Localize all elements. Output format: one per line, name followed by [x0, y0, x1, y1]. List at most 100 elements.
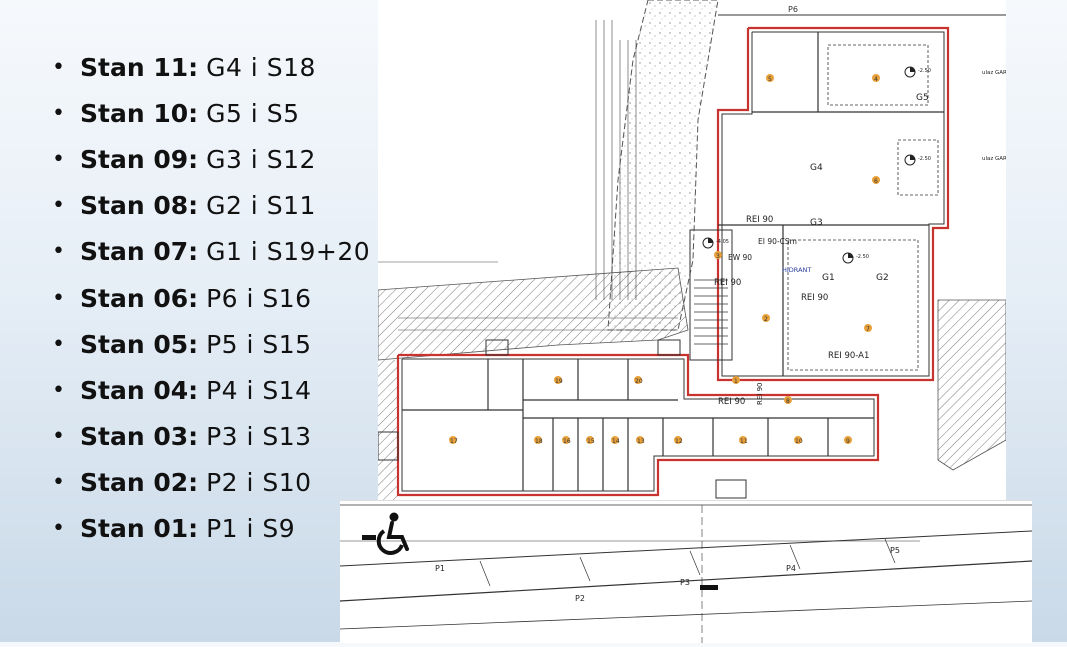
apartment-label: Stan 04: [80, 375, 189, 405]
apartment-label: Stan 08: [80, 191, 189, 221]
parking-label: P4: [786, 564, 796, 573]
bullet-icon: •: [52, 285, 65, 311]
bullet-icon: •: [52, 54, 65, 80]
bullet-icon: •: [52, 331, 65, 357]
hydrant-label: HIDRANT: [782, 266, 811, 274]
list-item: • Stan 11: G4 i S18: [52, 52, 316, 82]
bullet-icon: •: [52, 100, 65, 126]
fire-rating-label: REI 90: [801, 293, 828, 303]
list-item: • Stan 10: G5 i S5: [52, 98, 300, 128]
svg-text:11: 11: [740, 438, 748, 445]
svg-text:9: 9: [846, 438, 850, 445]
apartment-value: G1 i S19+20: [206, 237, 371, 267]
svg-text:19: 19: [555, 378, 563, 385]
fire-rating-label: REI 90: [746, 215, 773, 225]
svg-text:6: 6: [874, 178, 878, 185]
level-value: -4.05: [716, 239, 729, 245]
bullet-icon: •: [52, 516, 65, 542]
bullet-icon: •: [52, 377, 65, 403]
garage-label: G3: [810, 218, 823, 228]
garage-label: G5: [916, 93, 929, 103]
parking-strip: P1 P2 P3 P4 P5: [339, 500, 1033, 643]
svg-text:3: 3: [716, 253, 720, 260]
svg-text:5: 5: [768, 76, 772, 83]
parking-label: P6: [788, 5, 798, 14]
apartment-value: G2 i S11: [206, 191, 316, 221]
list-item: • Stan 03: P3 i S13: [52, 422, 312, 452]
list-item: • Stan 08: G2 i S11: [52, 191, 316, 221]
apartment-label: Stan 11: [80, 52, 189, 82]
entrance-box: [657, 339, 681, 356]
svg-text:4: 4: [874, 76, 878, 83]
fire-rating-label: EI 90-CSm: [758, 237, 797, 246]
svg-text:13: 13: [637, 438, 645, 445]
bullet-icon: •: [52, 470, 65, 496]
apartment-list: • Stan 11: G4 i S18 • Stan 10: G5 i S5 • St…: [52, 44, 370, 552]
svg-text:10: 10: [795, 438, 803, 445]
floor-plan-drawing: P6 G5 G4 G3 G2 G1 REI 90 REI 90 REI 90 R…: [377, 0, 1018, 500]
fire-rating-label: REI 90-A1: [828, 351, 869, 361]
staircase: [694, 279, 728, 345]
apartment-label: Stan 01: [80, 514, 189, 544]
bullet-icon: •: [52, 239, 65, 265]
hatched-ground: [937, 299, 1007, 471]
apartment-value: G4 i S18: [206, 52, 316, 82]
fire-rating-label: REI 90: [756, 383, 764, 405]
apartment-value: G3 i S12: [206, 144, 316, 174]
parking-label: P1: [435, 564, 445, 573]
svg-text:2: 2: [764, 316, 768, 323]
garage-label: G2: [876, 273, 889, 283]
apartment-value: P2 i S10: [206, 468, 312, 498]
apartment-label: Stan 05: [80, 329, 189, 359]
marker-block: [700, 585, 718, 590]
level-value: -2.50: [856, 254, 869, 260]
fire-rating-label: EW 90: [728, 253, 752, 262]
svg-text:1: 1: [734, 378, 738, 385]
svg-text:16: 16: [563, 438, 571, 445]
svg-text:14: 14: [612, 438, 620, 445]
wheelchair-icon: [362, 512, 409, 555]
list-item: • Stan 07: G1 i S19+20: [52, 237, 371, 267]
bullet-icon: •: [52, 424, 65, 450]
garage-label: G1: [822, 273, 835, 283]
apartment-label: Stan 09: [80, 144, 189, 174]
entry-label: ulaz GARAŽA: [982, 68, 1006, 76]
list-item: • Stan 01: P1 i S9: [52, 514, 296, 544]
svg-text:15: 15: [587, 438, 595, 445]
apartment-label: Stan 07: [80, 237, 189, 267]
apartment-value: P4 i S14: [206, 375, 312, 405]
parking-label: P3: [680, 578, 690, 587]
list-item: • Stan 09: G3 i S12: [52, 144, 316, 174]
list-item: • Stan 06: P6 i S16: [52, 283, 312, 313]
list-item: • Stan 02: P2 i S10: [52, 468, 312, 498]
level-value: -2.50: [918, 68, 931, 74]
slide: • Stan 11: G4 i S18 • Stan 10: G5 i S5 • St…: [0, 0, 1067, 643]
apartment-value: P3 i S13: [206, 422, 312, 452]
list-item: • Stan 04: P4 i S14: [52, 375, 312, 405]
list-item: • Stan 05: P5 i S15: [52, 329, 312, 359]
hatched-ground: [377, 267, 689, 361]
apartment-value: P1 i S9: [206, 514, 296, 544]
fire-rating-label: REI 90: [718, 397, 745, 407]
fire-rating-label: REI 90: [714, 278, 741, 288]
apartment-label: Stan 03: [80, 422, 189, 452]
hatched-ground: [378, 360, 398, 500]
svg-text:17: 17: [450, 438, 458, 445]
svg-text:18: 18: [535, 438, 543, 445]
svg-text:8: 8: [786, 398, 790, 405]
apartment-label: Stan 02: [80, 468, 189, 498]
entry-label: ulaz GARAŽA: [982, 154, 1006, 162]
svg-text:20: 20: [635, 378, 643, 385]
level-value: -2.50: [918, 156, 931, 162]
svg-text:7: 7: [866, 326, 870, 333]
bullet-icon: •: [52, 146, 65, 172]
floor-plan: P6 G5 G4 G3 G2 G1 REI 90 REI 90 REI 90 R…: [377, 0, 1018, 500]
svg-text:12: 12: [675, 438, 683, 445]
apartment-label: Stan 06: [80, 283, 189, 313]
apartment-value: P5 i S15: [206, 329, 312, 359]
road-edge: [339, 600, 1033, 630]
parking-strip-drawing: P1 P2 P3 P4 P5: [339, 504, 1033, 643]
apartment-value: P6 i S16: [206, 283, 312, 313]
garage-label: G4: [810, 163, 823, 173]
entrance-box: [715, 479, 747, 499]
